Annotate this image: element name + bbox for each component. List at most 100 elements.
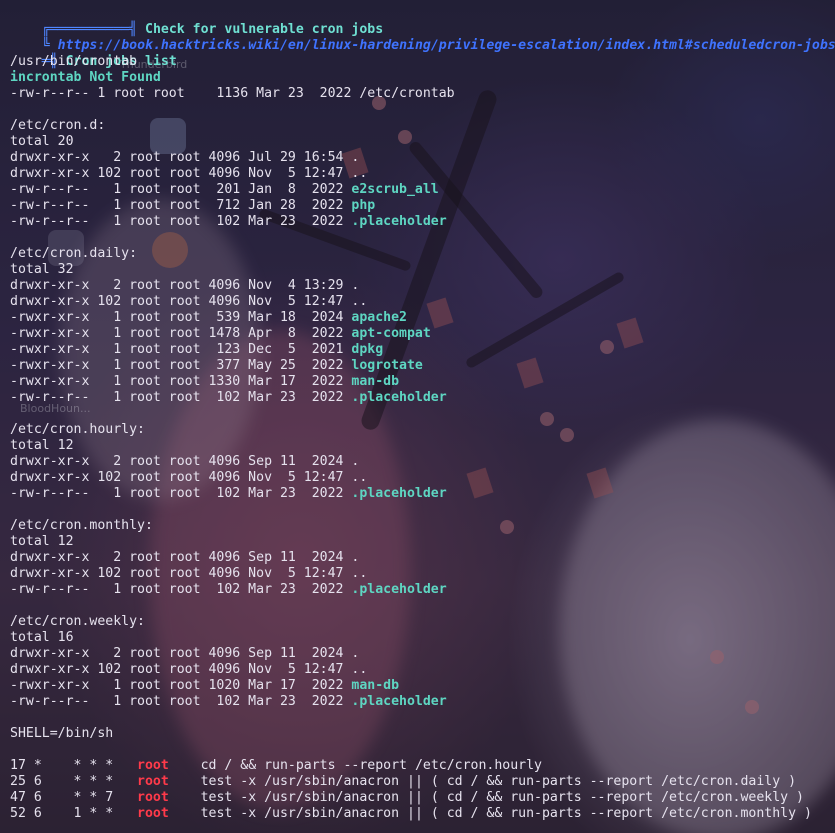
cron-user: root: [137, 790, 169, 805]
file-meta: -rwxr-xr-x 1 root root 1478 Apr 8 2022: [10, 326, 352, 341]
cron-dir-total: total 16: [10, 630, 74, 645]
file-listing-row: -rwxr-xr-x 1 root root 1478 Apr 8 2022 a…: [10, 326, 835, 342]
shell-line: SHELL=/bin/sh: [10, 726, 114, 741]
file-listing-row: -rw-r--r-- 1 root root 712 Jan 28 2022 p…: [10, 198, 835, 214]
file-listing-row: -rwxr-xr-x 1 root root 1020 Mar 17 2022 …: [10, 678, 835, 694]
file-name: ..: [351, 166, 368, 181]
crontab-entries: 17 * * * * root cd / && run-parts --repo…: [10, 758, 835, 822]
cron-dir-total: total 12: [10, 438, 74, 453]
file-meta: drwxr-xr-x 102 root root 4096 Nov 5 12:4…: [10, 662, 352, 677]
url-box-art: ╚: [41, 38, 50, 53]
file-name: php: [351, 198, 376, 213]
cron-user: root: [137, 774, 169, 789]
crontab-entry: 25 6 * * * root test -x /usr/sbin/anacro…: [10, 774, 835, 790]
file-meta: -rwxr-xr-x 1 root root 377 May 25 2022: [10, 358, 352, 373]
file-listing-row: -rw-r--r-- 1 root root 102 Mar 23 2022 .…: [10, 390, 835, 406]
cron-command: test -x /usr/sbin/anacron || ( cd / && r…: [168, 806, 812, 821]
file-name: .: [351, 278, 360, 293]
file-meta: drwxr-xr-x 2 root root 4096 Sep 11 2024: [10, 454, 352, 469]
file-listing-row: -rwxr-xr-x 1 root root 377 May 25 2022 l…: [10, 358, 835, 374]
file-listing-row: -rw-r--r-- 1 root root 201 Jan 8 2022 e2…: [10, 182, 835, 198]
file-name: .: [351, 550, 360, 565]
file-name: ..: [351, 662, 368, 677]
cron-user: root: [137, 806, 169, 821]
crontab-entry: 17 * * * * root cd / && run-parts --repo…: [10, 758, 835, 774]
file-name: ..: [351, 470, 368, 485]
cron-command: cd / && run-parts --report /etc/cron.hou…: [168, 758, 542, 773]
file-name: .: [351, 454, 360, 469]
cron-command: test -x /usr/sbin/anacron || ( cd / && r…: [168, 774, 797, 789]
file-meta: drwxr-xr-x 102 root root 4096 Nov 5 12:4…: [10, 166, 352, 181]
file-meta: -rw-r--r-- 1 root root 201 Jan 8 2022: [10, 182, 352, 197]
file-name: apt-compat: [351, 326, 431, 341]
file-listing-row: drwxr-xr-x 102 root root 4096 Nov 5 12:4…: [10, 470, 835, 486]
cron-command: test -x /usr/sbin/anacron || ( cd / && r…: [168, 790, 804, 805]
file-name: .placeholder: [351, 486, 447, 501]
file-meta: -rw-r--r-- 1 root root 712 Jan 28 2022: [10, 198, 352, 213]
file-name: .: [351, 150, 360, 165]
file-meta: drwxr-xr-x 102 root root 4096 Nov 5 12:4…: [10, 470, 352, 485]
file-meta: -rwxr-xr-x 1 root root 1020 Mar 17 2022: [10, 678, 352, 693]
cron-dir-total: total 32: [10, 262, 74, 277]
cron-dir-name: /etc/cron.weekly:: [10, 614, 145, 629]
file-listing-row: drwxr-xr-x 2 root root 4096 Jul 29 16:54…: [10, 150, 835, 166]
file-meta: drwxr-xr-x 2 root root 4096 Nov 4 13:29: [10, 278, 352, 293]
cron-schedule: 25 6 * * *: [10, 774, 138, 789]
file-listing-row: drwxr-xr-x 2 root root 4096 Nov 4 13:29 …: [10, 278, 835, 294]
file-meta: drwxr-xr-x 2 root root 4096 Jul 29 16:54: [10, 150, 352, 165]
cron-schedule: 17 * * * *: [10, 758, 138, 773]
file-listing-row: -rw-r--r-- 1 root root 102 Mar 23 2022 .…: [10, 486, 835, 502]
cron-user: root: [137, 758, 169, 773]
file-meta: drwxr-xr-x 102 root root 4096 Nov 5 12:4…: [10, 566, 352, 581]
cron-dir-total: total 20: [10, 134, 74, 149]
file-meta: -rw-r--r-- 1 root root 102 Mar 23 2022: [10, 582, 352, 597]
file-listing-row: -rwxr-xr-x 1 root root 1330 Mar 17 2022 …: [10, 374, 835, 390]
file-name: dpkg: [351, 342, 384, 357]
cron-dir-name: /etc/cron.daily:: [10, 246, 138, 261]
incrontab-status: incrontab Not Found: [10, 70, 161, 85]
file-name: .placeholder: [351, 582, 447, 597]
hacktricks-link[interactable]: https://book.hacktricks.wiki/en/linux-ha…: [58, 38, 835, 53]
file-listing-row: -rw-r--r-- 1 root root 102 Mar 23 2022 .…: [10, 582, 835, 598]
file-meta: -rwxr-xr-x 1 root root 539 Mar 18 2024: [10, 310, 352, 325]
file-meta: drwxr-xr-x 2 root root 4096 Sep 11 2024: [10, 646, 352, 661]
cron-dir-name: /etc/cron.d:: [10, 118, 106, 133]
file-meta: drwxr-xr-x 102 root root 4096 Nov 5 12:4…: [10, 294, 352, 309]
file-meta: drwxr-xr-x 2 root root 4096 Sep 11 2024: [10, 550, 352, 565]
file-meta: -rw-r--r-- 1 root root 102 Mar 23 2022: [10, 390, 352, 405]
file-name: man-db: [351, 678, 400, 693]
section-header: ╔══════════╣ Check for vulnerable cron j…: [10, 6, 835, 37]
file-name: ..: [351, 566, 368, 581]
file-name: man-db: [351, 374, 400, 389]
file-meta: -rw-r--r-- 1 root root 102 Mar 23 2022: [10, 694, 352, 709]
file-listing-row: -rwxr-xr-x 1 root root 123 Dec 5 2021 dp…: [10, 342, 835, 358]
file-name: e2scrub_all: [351, 182, 439, 197]
terminal-output[interactable]: ╔══════════╣ Check for vulnerable cron j…: [10, 6, 835, 822]
crontab-entry: 52 6 1 * * root test -x /usr/sbin/anacro…: [10, 806, 835, 822]
cron-directories: /etc/cron.d: total 20 drwxr-xr-x 2 root ro…: [10, 118, 835, 726]
file-name: apache2: [351, 310, 407, 325]
file-name: logrotate: [351, 358, 423, 373]
cron-schedule: 47 6 * * 7: [10, 790, 138, 805]
section-title: Check for vulnerable cron jobs: [145, 22, 384, 37]
file-name: .placeholder: [351, 214, 447, 229]
crontab-path: /usr/bin/crontab: [10, 54, 138, 69]
file-listing-row: drwxr-xr-x 2 root root 4096 Sep 11 2024 …: [10, 454, 835, 470]
file-name: .: [351, 646, 360, 661]
file-listing-row: drwxr-xr-x 2 root root 4096 Sep 11 2024 …: [10, 550, 835, 566]
cron-dir-name: /etc/cron.monthly:: [10, 518, 153, 533]
crontab-entry: 47 6 * * 7 root test -x /usr/sbin/anacro…: [10, 790, 835, 806]
file-listing-row: drwxr-xr-x 102 root root 4096 Nov 5 12:4…: [10, 294, 835, 310]
file-listing-row: drwxr-xr-x 102 root root 4096 Nov 5 12:4…: [10, 166, 835, 182]
file-meta: -rw-r--r-- 1 root root 102 Mar 23 2022: [10, 214, 352, 229]
file-meta: -rw-r--r-- 1 root root 102 Mar 23 2022: [10, 486, 352, 501]
file-listing-row: drwxr-xr-x 102 root root 4096 Nov 5 12:4…: [10, 662, 835, 678]
file-name: ..: [351, 294, 368, 309]
